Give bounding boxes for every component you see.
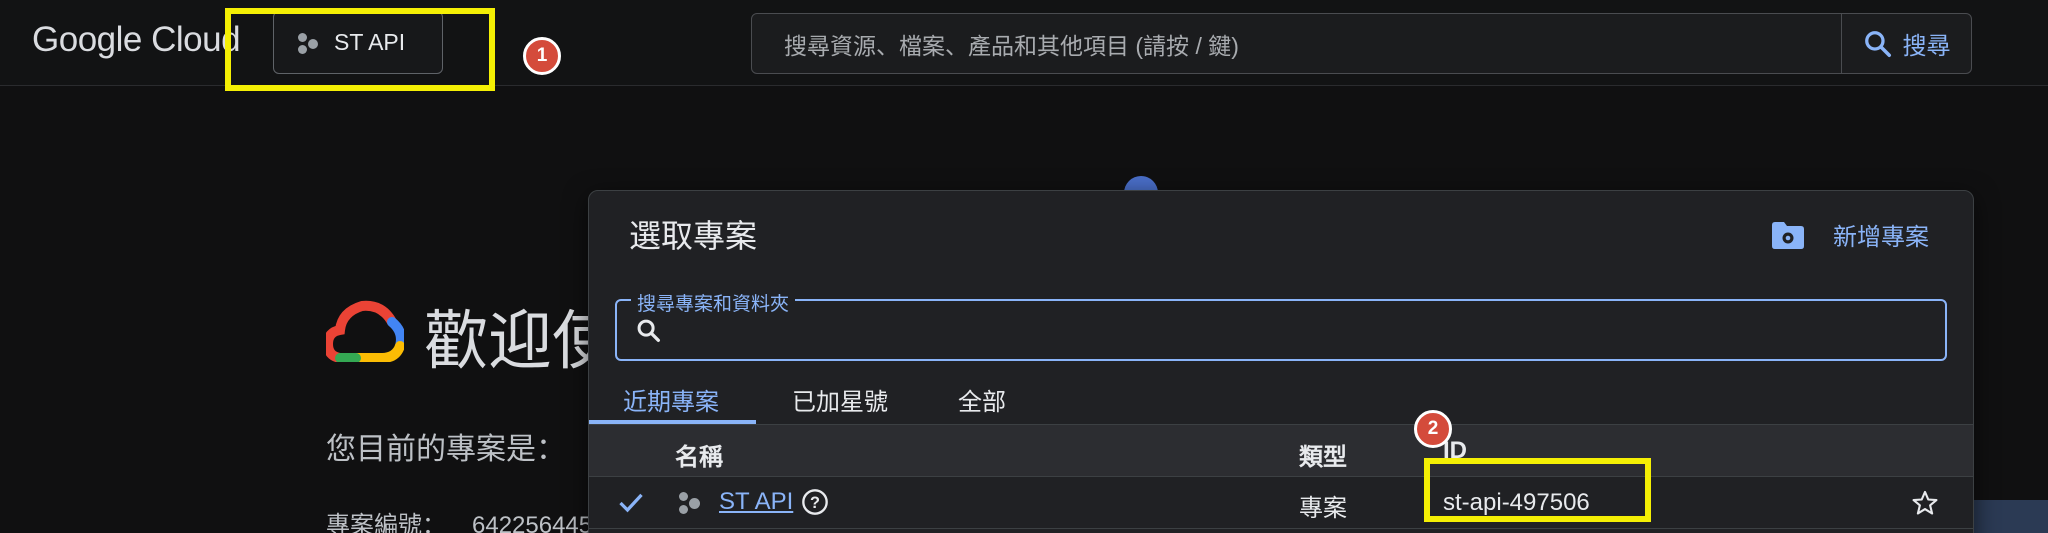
project-type: 專案 bbox=[1299, 495, 1347, 522]
global-search[interactable]: 搜尋資源、檔案、產品和其他項目 (請按 / 鍵) 搜尋 bbox=[751, 13, 1972, 74]
column-header-type[interactable]: 類型 bbox=[1299, 437, 1347, 472]
folder-settings-icon bbox=[1772, 221, 1804, 249]
project-number: 專案編號： 6422564459 bbox=[326, 505, 605, 533]
star-icon[interactable] bbox=[1911, 489, 1939, 517]
column-header-name[interactable]: 名稱 bbox=[675, 437, 723, 472]
google-cloud-logo[interactable]: Google Cloud bbox=[32, 20, 241, 60]
select-project-dialog: 選取專案 新增專案 搜尋專案和資料夾 近期專案 已加星號 全部 名稱 類型 ID bbox=[588, 190, 1974, 533]
new-project-label: 新增專案 bbox=[1833, 224, 1929, 251]
page: Google Cloud ST API 搜尋資源、檔案、產品和其他項目 (請按 … bbox=[0, 0, 2048, 533]
active-tab-indicator bbox=[589, 420, 756, 424]
project-name-link[interactable]: ST API bbox=[719, 488, 793, 516]
svg-text:?: ? bbox=[810, 494, 820, 512]
tab-starred[interactable]: 已加星號 bbox=[792, 373, 888, 425]
new-project-button[interactable]: 新增專案 bbox=[1771, 217, 1929, 252]
current-project-label: 您目前的專案是： bbox=[326, 433, 566, 466]
search-placeholder[interactable]: 搜尋資源、檔案、產品和其他項目 (請按 / 鍵) bbox=[752, 27, 1841, 61]
project-dots-icon bbox=[677, 491, 703, 517]
project-search-label: 搜尋專案和資料夾 bbox=[631, 289, 796, 316]
highlight-box-1 bbox=[225, 8, 495, 91]
project-search-field[interactable]: 搜尋專案和資料夾 bbox=[615, 289, 1947, 361]
table-header: 名稱 類型 ID bbox=[589, 425, 1973, 477]
project-number-value: 6422564459 bbox=[472, 512, 606, 533]
table-row[interactable]: ST API ? 專案 st-api-497506 bbox=[589, 477, 1973, 529]
side-panel-strip bbox=[1974, 500, 2048, 533]
tab-recent[interactable]: 近期專案 bbox=[623, 373, 719, 425]
step-badge-1: 1 bbox=[523, 37, 561, 75]
tab-all[interactable]: 全部 bbox=[958, 373, 1006, 425]
search-icon bbox=[1864, 30, 1891, 57]
dialog-title: 選取專案 bbox=[629, 218, 758, 254]
project-tabs: 近期專案 已加星號 全部 bbox=[589, 373, 1973, 425]
search-button-label: 搜尋 bbox=[1902, 33, 1951, 60]
check-icon bbox=[619, 493, 643, 513]
step-badge-2: 2 bbox=[1414, 410, 1452, 448]
google-cloud-icon bbox=[326, 300, 404, 362]
help-icon[interactable]: ? bbox=[801, 488, 829, 516]
search-button[interactable]: 搜尋 bbox=[1841, 14, 1971, 73]
highlight-box-2 bbox=[1424, 458, 1651, 522]
project-number-label: 專案編號： bbox=[326, 512, 446, 533]
search-icon bbox=[637, 319, 660, 342]
